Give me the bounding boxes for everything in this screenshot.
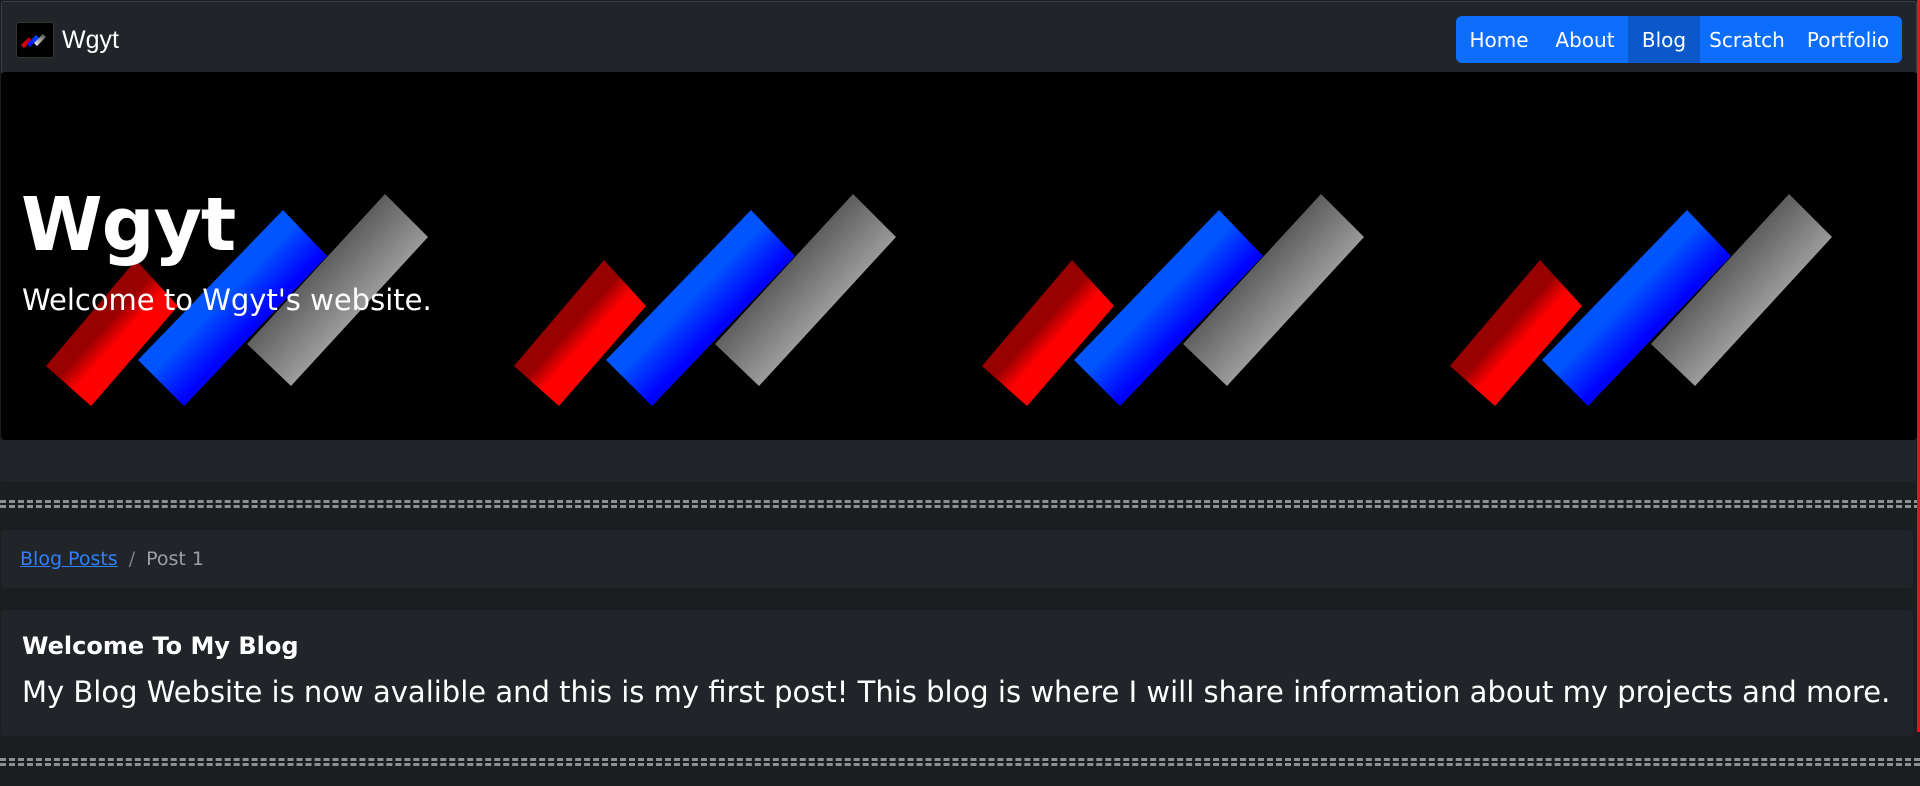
- section-divider: [0, 500, 1920, 508]
- brand[interactable]: Wgyt: [16, 22, 119, 58]
- brand-logo-icon: [16, 22, 54, 58]
- nav-portfolio-button[interactable]: Portfolio: [1794, 16, 1902, 63]
- post-body: My Blog Website is now avalible and this…: [22, 675, 1891, 709]
- hero-subtitle: Welcome to Wgyt's website.: [22, 283, 432, 317]
- hero-title: Wgyt: [21, 182, 236, 268]
- nav-home-button[interactable]: Home: [1456, 16, 1542, 63]
- hero-footer-band: [0, 440, 1916, 482]
- nav-about-button[interactable]: About: [1542, 16, 1628, 63]
- post-title: Welcome To My Blog: [22, 632, 299, 660]
- nav-blog-button[interactable]: Blog: [1628, 16, 1700, 63]
- brand-name: Wgyt: [62, 25, 119, 54]
- hero-logo-pattern: [46, 194, 1832, 406]
- page: Wgyt Home About Blog Scratch Portfolio W…: [0, 0, 1920, 786]
- breadcrumb-separator: /: [128, 548, 136, 570]
- section-divider-bottom: [0, 758, 1920, 766]
- breadcrumb-current: Post 1: [146, 548, 204, 570]
- breadcrumb: Blog Posts / Post 1: [1, 530, 1913, 588]
- post-card: Welcome To My Blog My Blog Website is no…: [1, 610, 1913, 736]
- hero-banner: Wgyt Welcome to Wgyt's website.: [1, 72, 1917, 440]
- breadcrumb-blog-posts-link[interactable]: Blog Posts: [20, 548, 118, 570]
- top-navbar: Wgyt Home About Blog Scratch Portfolio: [1, 1, 1917, 73]
- main-nav: Home About Blog Scratch Portfolio: [1456, 16, 1902, 63]
- nav-scratch-button[interactable]: Scratch: [1700, 16, 1794, 63]
